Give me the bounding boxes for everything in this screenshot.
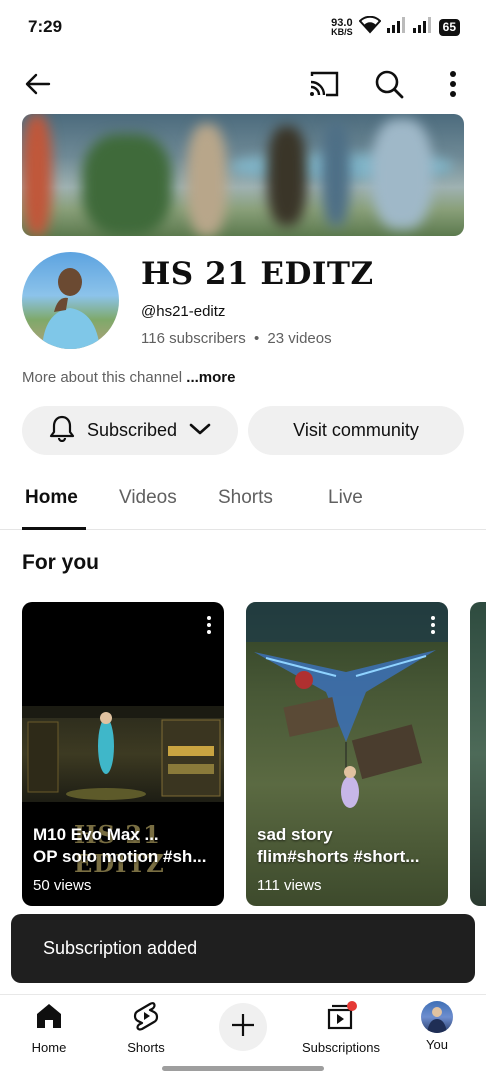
create-button[interactable]	[219, 1003, 267, 1051]
channel-tabs: Home Videos Shorts Live	[0, 472, 486, 530]
about-more: ...more	[186, 369, 236, 386]
gesture-home-indicator[interactable]	[162, 1066, 324, 1071]
stats-separator: •	[253, 330, 260, 347]
create-plus-icon	[230, 1012, 256, 1043]
chevron-down-icon	[189, 420, 211, 441]
short-card[interactable]: sad story flim#shorts #short... 111 view…	[246, 602, 448, 906]
short-title-line2: flim#shorts #short...	[257, 847, 420, 866]
video-count: 23 videos	[267, 330, 332, 347]
nav-home-label: Home	[31, 1040, 67, 1055]
battery-indicator: 65	[438, 19, 460, 36]
nav-you-label: You	[426, 1037, 448, 1052]
shorts-icon	[132, 1001, 160, 1036]
wifi-icon	[358, 15, 382, 39]
short-menu-icon[interactable]	[430, 616, 436, 639]
signal-icon-2	[412, 17, 433, 38]
short-views: 50 views	[33, 877, 92, 894]
short-title-line2: OP solo motion #sh...	[33, 847, 207, 866]
active-tab-indicator	[22, 527, 86, 530]
network-speed: 93.0 KB/S	[331, 17, 353, 37]
nav-home[interactable]: Home	[4, 1001, 94, 1055]
tab-videos[interactable]: Videos	[119, 487, 177, 509]
more-vert-icon[interactable]	[440, 66, 466, 102]
short-thumbnail	[22, 706, 224, 802]
subscribed-button[interactable]: Subscribed	[22, 406, 238, 455]
cast-icon[interactable]	[306, 66, 342, 102]
section-title: For you	[22, 551, 99, 574]
subscribed-label: Subscribed	[86, 420, 178, 440]
subscriber-count: 116 subscribers	[141, 330, 246, 347]
short-title: M10 Evo Max ... OP solo motion #sh...	[33, 824, 217, 868]
channel-avatar[interactable]	[22, 252, 119, 349]
status-bar: 7:29 93.0 KB/S 65	[0, 0, 486, 56]
snackbar: Subscription added	[11, 914, 475, 983]
subscriptions-icon	[325, 1001, 357, 1036]
top-app-bar	[0, 56, 486, 112]
short-title: sad story flim#shorts #short...	[257, 824, 441, 868]
channel-stats: 116 subscribers • 23 videos	[141, 330, 332, 347]
status-time: 7:29	[28, 17, 63, 36]
nav-shorts[interactable]: Shorts	[101, 1001, 191, 1055]
channel-handle: @hs21-editz	[141, 303, 226, 320]
nav-you[interactable]: You	[392, 1001, 482, 1052]
snackbar-message: Subscription added	[43, 938, 198, 958]
channel-banner	[22, 114, 464, 236]
status-indicators: 93.0 KB/S 65	[331, 15, 460, 39]
nav-subscriptions[interactable]: Subscriptions	[296, 1001, 386, 1055]
back-arrow-icon[interactable]	[22, 68, 54, 100]
bell-icon	[49, 414, 75, 447]
tab-home[interactable]: Home	[25, 487, 78, 509]
tab-shorts[interactable]: Shorts	[218, 487, 273, 509]
nav-subscriptions-label: Subscriptions	[301, 1040, 381, 1055]
about-channel-link[interactable]: More about this channel ...more	[22, 369, 235, 386]
search-icon[interactable]	[371, 66, 407, 102]
short-menu-icon[interactable]	[206, 616, 212, 639]
home-icon	[34, 1001, 64, 1036]
short-title-line1: sad story	[257, 825, 333, 844]
short-card[interactable]: HS 21 EDITZ M10 Evo Max ... OP solo moti…	[22, 602, 224, 906]
short-title-line1: M10 Evo Max ...	[33, 825, 159, 844]
about-text: More about this channel	[22, 369, 187, 386]
channel-name: HS 21 EDITZ	[141, 256, 374, 292]
nav-shorts-label: Shorts	[127, 1040, 165, 1055]
tab-live[interactable]: Live	[328, 487, 363, 509]
visit-community-label: Visit community	[293, 420, 419, 440]
visit-community-button[interactable]: Visit community	[248, 406, 464, 455]
network-speed-unit: KB/S	[331, 26, 353, 37]
avatar	[421, 1001, 453, 1033]
short-views: 111 views	[257, 877, 322, 894]
signal-icon	[386, 17, 407, 38]
short-card-partial[interactable]	[470, 602, 486, 906]
